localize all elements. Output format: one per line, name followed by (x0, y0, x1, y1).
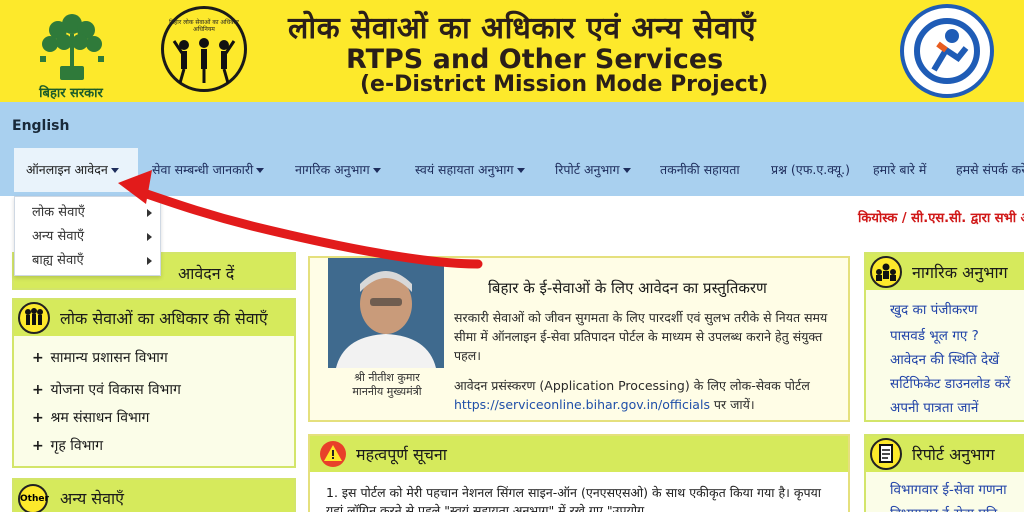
intro-body: सरकारी सेवाओं को जीवन सुगमता के लिए पारद… (454, 310, 828, 363)
site-banner: बिहार सरकार बिहार लोक सेवाओं का अधिकार अ… (0, 0, 1024, 102)
header-nav-band: English ऑनलाइन आवेदन सेवा सम्बन्धी जानका… (0, 102, 1024, 196)
plus-icon: + (32, 382, 44, 398)
nav-self-help-section-label: स्वयं सहायता अनुभाग (415, 162, 514, 177)
chevron-right-icon (147, 257, 152, 265)
rtps-people-icon (18, 302, 50, 334)
officials-portal-link[interactable]: https://serviceonline.bihar.gov.in/offic… (454, 397, 710, 412)
government-name: बिहार सरकार (39, 86, 103, 101)
dropdown-item-label: अन्य सेवाएँ (32, 229, 85, 244)
nav-technical-support-label: तकनीकी सहायता (660, 162, 740, 177)
nav-faq-label: प्रश्न (एफ.ए.क्यू.) (771, 162, 850, 177)
intro-processing-text: आवेदन प्रसंस्करण (Application Processing… (454, 376, 846, 414)
people-figures-icon (172, 38, 236, 84)
dept-label: योजना एवं विकास विभाग (50, 382, 181, 398)
dropdown-item-other-services[interactable]: अन्य सेवाएँ (15, 225, 160, 249)
caret-down-icon (516, 168, 525, 173)
link-suffix: पर जायें। (709, 397, 755, 412)
department-eservice-count-link[interactable]: विभागवार ई-सेवा गणना (890, 480, 1007, 498)
intro-title: बिहार के ई-सेवाओं के लिए आवेदन का प्रस्त… (488, 279, 767, 297)
citizen-section-title: नागरिक अनुभाग (912, 263, 1008, 282)
eligibility-link[interactable]: अपनी पात्रता जानें (890, 398, 978, 416)
nav-technical-support[interactable]: तकनीकी सहायता (660, 148, 740, 192)
report-document-icon (870, 438, 902, 470)
chevron-right-icon (147, 233, 152, 241)
intro-panel: श्री नीतीश कुमार माननीय मुख्यमंत्री बिहा… (308, 256, 850, 422)
citizen-section-panel: नागरिक अनुभाग खुद का पंजीकरण पासवर्ड भूल… (864, 252, 1024, 422)
nav-report-section[interactable]: रिपोर्ट अनुभाग (555, 148, 631, 192)
dept-planning-development[interactable]: + योजना एवं विकास विभाग (32, 380, 181, 399)
caret-down-icon (256, 168, 265, 173)
important-notice-panel: महत्वपूर्ण सूचना 1. इस पोर्टल को मेरी पह… (308, 434, 850, 512)
dept-label: सामान्य प्रशासन विभाग (50, 350, 168, 366)
main-nav: ऑनलाइन आवेदन सेवा सम्बन्धी जानकारी नागरि… (0, 148, 1024, 192)
notice-title: महत्वपूर्ण सूचना (356, 445, 447, 464)
rtps-logo-text: बिहार लोक सेवाओं का अधिकार अधिनियम (169, 19, 239, 33)
caret-down-icon (372, 168, 381, 173)
nav-about-us-label: हमारे बारे में (873, 162, 927, 177)
banner-title-hindi: लोक सेवाओं का अधिकार एवं अन्य सेवाएँ (288, 11, 756, 46)
other-services-icon: Other (18, 484, 49, 512)
dropdown-item-public-services[interactable]: लोक सेवाएँ (15, 201, 160, 225)
mission-logo (900, 4, 994, 98)
report-section-panel: रिपोर्ट अनुभाग विभागवार ई-सेवा गणना विभा… (864, 434, 1024, 512)
rtps-services-panel: लोक सेवाओं का अधिकार की सेवाएँ + सामान्य… (12, 298, 296, 468)
self-registration-link[interactable]: खुद का पंजीकरण (890, 300, 978, 318)
citizen-group-icon (870, 256, 902, 288)
plus-icon: + (32, 410, 44, 426)
chevron-right-icon (147, 209, 152, 217)
processing-text: आवेदन प्रसंस्करण (Application Processing… (454, 378, 810, 393)
dept-general-administration[interactable]: + सामान्य प्रशासन विभाग (32, 348, 168, 367)
warning-icon (320, 441, 346, 467)
notice-body: 1. इस पोर्टल को मेरी पहचान नेशनल सिंगल स… (326, 485, 822, 512)
dropdown-item-label: बाह्य सेवाएँ (32, 253, 84, 268)
other-services-panel[interactable]: Other अन्य सेवाएँ (12, 478, 296, 512)
application-status-link[interactable]: आवेदन की स्थिति देखें (890, 350, 999, 368)
dept-label: श्रम संसाधन विभाग (50, 410, 150, 426)
rtps-logo: बिहार लोक सेवाओं का अधिकार अधिनियम (161, 6, 247, 92)
report-section-title: रिपोर्ट अनुभाग (912, 445, 995, 464)
running-figure-icon (914, 18, 980, 84)
other-services-header (14, 480, 294, 512)
nav-service-information-label: सेवा सम्बन्धी जानकारी (152, 162, 254, 177)
nav-contact-us[interactable]: हमसे संपर्क करें (956, 148, 1024, 192)
nav-citizen-section[interactable]: नागरिक अनुभाग (295, 148, 381, 192)
nav-service-information[interactable]: सेवा सम्बन्धी जानकारी (152, 148, 265, 192)
dropdown-item-external-services[interactable]: बाह्य सेवाएँ (15, 249, 160, 273)
english-language-link[interactable]: English (12, 118, 69, 134)
dropdown-item-label: लोक सेवाएँ (32, 205, 85, 220)
dept-labour-resources[interactable]: + श्रम संसाधन विभाग (32, 408, 149, 427)
department-eservice-link[interactable]: विभागवार ई-सेवा प्रति (890, 504, 997, 512)
online-application-dropdown: लोक सेवाएँ अन्य सेवाएँ बाह्य सेवाएँ (14, 196, 161, 276)
forgot-password-link[interactable]: पासवर्ड भूल गए ? (890, 326, 979, 344)
nav-online-application[interactable]: ऑनलाइन आवेदन (14, 148, 138, 192)
chief-minister-photo (328, 258, 444, 368)
nav-citizen-section-label: नागरिक अनुभाग (295, 162, 370, 177)
caret-down-icon (622, 168, 631, 173)
plus-icon: + (32, 350, 44, 366)
banner-subtitle: (e-District Mission Mode Project) (360, 72, 769, 97)
nav-online-application-label: ऑनलाइन आवेदन (26, 162, 108, 177)
cm-designation-caption: माननीय मुख्यमंत्री (352, 385, 422, 398)
dept-label: गृह विभाग (50, 438, 103, 454)
caret-down-icon (110, 168, 119, 173)
other-services-title: अन्य सेवाएँ (60, 489, 125, 508)
nav-faq[interactable]: प्रश्न (एफ.ए.क्यू.) (771, 148, 850, 192)
plus-icon: + (32, 438, 44, 454)
apply-panel-title: आवेदन दें (178, 264, 235, 283)
ticker-text[interactable]: कियोस्क / सी.एस.सी. द्वारा सभी अ (858, 208, 1024, 226)
certificate-download-link[interactable]: सर्टिफिकेट डाउनलोड करें (890, 374, 1010, 392)
nav-report-section-label: रिपोर्ट अनुभाग (555, 162, 620, 177)
dept-home[interactable]: + गृह विभाग (32, 436, 103, 455)
banner-title-english: RTPS and Other Services (346, 44, 724, 75)
nav-contact-us-label: हमसे संपर्क करें (956, 162, 1024, 177)
nav-self-help-section[interactable]: स्वयं सहायता अनुभाग (415, 148, 525, 192)
cm-name-caption: श्री नीतीश कुमार (354, 371, 420, 384)
rtps-services-title: लोक सेवाओं का अधिकार की सेवाएँ (60, 309, 268, 328)
nav-about-us[interactable]: हमारे बारे में (873, 148, 926, 192)
